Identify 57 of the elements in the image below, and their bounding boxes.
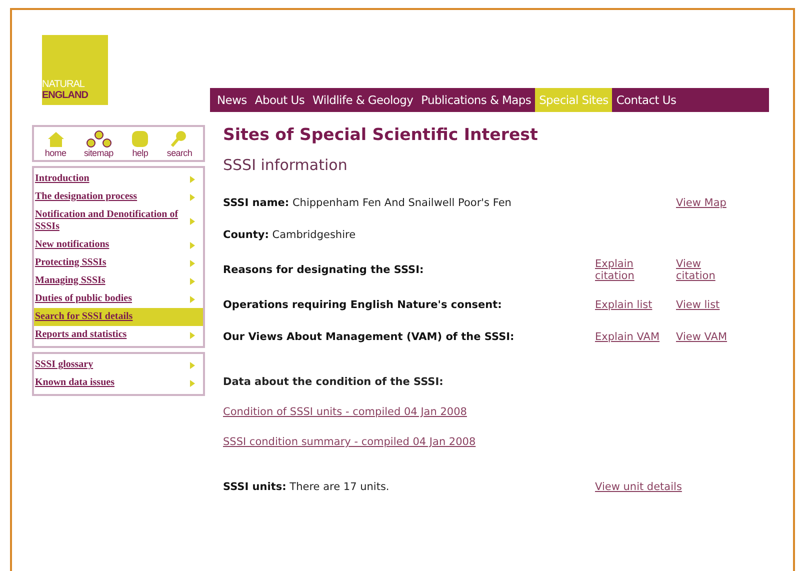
menu-item[interactable]: SSSI glossary [34, 356, 203, 374]
tool-label: search [166, 148, 192, 158]
page-title: Sites of Special Scientific Interest [223, 125, 539, 144]
arrow-icon [190, 260, 195, 266]
arrow-icon [190, 176, 195, 182]
logo[interactable]: NATURAL ENGLAND [42, 35, 108, 105]
info-text: SSSI name: Chippenham Fen And Snailwell Poor's Fen [223, 197, 512, 209]
arrow-icon [190, 332, 195, 338]
arrow-icon [190, 296, 195, 302]
menu-item[interactable]: New notifications [34, 236, 203, 254]
menu-item[interactable]: Protecting SSSIs [34, 254, 203, 272]
menu-item[interactable]: Reports and statistics [34, 326, 203, 344]
tool-link[interactable]: home [44, 130, 66, 158]
menu-item[interactable]: The designation process [34, 188, 203, 206]
home-icon [46, 130, 66, 148]
tool-link[interactable]: help [131, 130, 150, 158]
info-text: County: Cambridgeshire [223, 229, 357, 241]
nav-link[interactable]: Contact Us [612, 88, 680, 112]
nav-link[interactable]: About Us [250, 88, 309, 112]
menu-item[interactable]: Search for SSSI details [34, 308, 203, 326]
arrow-icon [190, 362, 195, 368]
view-link[interactable]: View citation [676, 258, 738, 282]
view-link[interactable]: View VAM [676, 331, 728, 343]
explain-link[interactable]: Explain citation [595, 258, 671, 282]
section-heading: Data about the condition of the SSSI: [223, 376, 444, 388]
tool-link[interactable]: search [166, 130, 192, 158]
details-link[interactable]: View unit details [595, 481, 682, 493]
tool-link[interactable]: sitemap [84, 130, 114, 158]
menu-item[interactable]: Introduction [34, 170, 203, 188]
menu-item[interactable]: Managing SSSIs [34, 272, 203, 290]
menu-item[interactable]: Duties of public bodies [34, 290, 203, 308]
arrow-icon [190, 242, 195, 248]
page-subtitle: SSSI information [223, 156, 348, 174]
view-link[interactable]: View Map [676, 197, 726, 209]
arrow-icon [190, 380, 195, 386]
condition-link[interactable]: SSSI condition summary - compiled 04 Jan 2008 [223, 436, 476, 448]
nav-link[interactable]: News [213, 88, 251, 112]
tool-label: home [44, 148, 66, 158]
nav-link[interactable]: Publications & Maps [417, 88, 536, 112]
condition-link[interactable]: Condition of SSSI units - compiled 04 Jan 2008 [223, 406, 467, 418]
nav-link[interactable]: Wildlife & Geology [308, 88, 418, 112]
view-link[interactable]: View list [676, 299, 720, 311]
info-text: Operations requiring English Nature's consent: [223, 299, 503, 311]
explain-link[interactable]: Explain VAM [595, 331, 660, 343]
info-text: Reasons for designating the SSSI: [223, 264, 425, 276]
tool-label: sitemap [84, 148, 114, 158]
search-icon [170, 130, 188, 148]
info-text: SSSI units: There are 17 units. [223, 481, 390, 493]
sitemap-icon [86, 130, 112, 148]
arrow-icon [190, 278, 195, 284]
arrow-icon [190, 218, 195, 224]
info-text: Our Views About Management (VAM) of the SSSI: [223, 331, 516, 343]
menu-item[interactable]: Notification and Denotification of SSSIs [34, 206, 203, 236]
menu-item[interactable]: Known data issues [34, 374, 203, 392]
explain-link[interactable]: Explain list [595, 299, 652, 311]
tool-label: help [132, 148, 148, 158]
arrow-icon [190, 194, 195, 200]
